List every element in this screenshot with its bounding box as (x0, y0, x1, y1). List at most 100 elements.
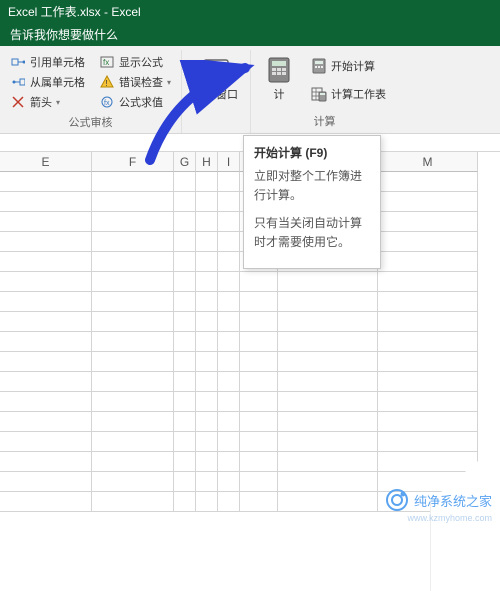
cell[interactable] (278, 492, 378, 512)
cell[interactable] (174, 452, 196, 472)
cell[interactable] (174, 312, 196, 332)
remove-arrows-button[interactable]: 箭头 ▾ (6, 92, 89, 112)
cell[interactable] (0, 252, 92, 272)
cell[interactable] (240, 272, 278, 292)
cell[interactable] (278, 312, 378, 332)
cell[interactable] (240, 472, 278, 492)
cell[interactable] (196, 312, 218, 332)
cell[interactable] (196, 332, 218, 352)
cell[interactable] (196, 372, 218, 392)
cell[interactable] (174, 472, 196, 492)
error-checking-button[interactable]: ! 错误检查 ▾ (95, 72, 175, 92)
cell[interactable] (218, 372, 240, 392)
cell[interactable] (218, 232, 240, 252)
cell[interactable] (92, 392, 174, 412)
cell[interactable] (196, 492, 218, 512)
cell[interactable] (92, 332, 174, 352)
cell[interactable] (196, 432, 218, 452)
cell[interactable] (196, 292, 218, 312)
cell[interactable] (378, 252, 478, 272)
cell[interactable] (378, 372, 478, 392)
cell[interactable] (278, 432, 378, 452)
cell[interactable] (240, 352, 278, 372)
cell[interactable] (0, 392, 92, 412)
cell[interactable] (196, 412, 218, 432)
cell[interactable] (0, 492, 92, 512)
show-formulas-button[interactable]: fx 显示公式 (95, 52, 175, 72)
cell[interactable] (196, 252, 218, 272)
cell[interactable] (174, 232, 196, 252)
cell[interactable] (92, 292, 174, 312)
cell[interactable] (240, 292, 278, 312)
calculate-sheet-button[interactable]: 计算工作表 (305, 80, 392, 108)
cell[interactable] (218, 192, 240, 212)
cell[interactable] (218, 472, 240, 492)
column-header[interactable]: I (218, 152, 240, 172)
cell[interactable] (92, 212, 174, 232)
cell[interactable] (218, 252, 240, 272)
column-header[interactable]: H (196, 152, 218, 172)
cell[interactable] (196, 232, 218, 252)
cell[interactable] (92, 372, 174, 392)
cell[interactable] (278, 272, 378, 292)
cell[interactable] (0, 272, 92, 292)
cell[interactable] (174, 192, 196, 212)
cell[interactable] (0, 212, 92, 232)
column-header[interactable]: M (378, 152, 478, 172)
cell[interactable] (378, 332, 478, 352)
cell[interactable] (0, 472, 92, 492)
cell[interactable] (174, 392, 196, 412)
cell[interactable] (0, 432, 92, 452)
evaluate-formula-button[interactable]: fx 公式求值 (95, 92, 175, 112)
trace-dependents-button[interactable]: 从属单元格 (6, 72, 89, 92)
cell[interactable] (378, 452, 478, 472)
cell[interactable] (378, 232, 478, 252)
cell[interactable] (240, 392, 278, 412)
cell[interactable] (378, 192, 478, 212)
cell[interactable] (240, 372, 278, 392)
cell[interactable] (218, 292, 240, 312)
cell[interactable] (174, 332, 196, 352)
cell[interactable] (378, 292, 478, 312)
cell[interactable] (92, 192, 174, 212)
cell[interactable] (0, 332, 92, 352)
cell[interactable] (92, 432, 174, 452)
cell[interactable] (378, 352, 478, 372)
cell[interactable] (378, 432, 478, 452)
cell[interactable] (174, 172, 196, 192)
trace-precedents-button[interactable]: 引用单元格 (6, 52, 89, 72)
cell[interactable] (278, 412, 378, 432)
cell[interactable] (0, 312, 92, 332)
cell[interactable] (196, 212, 218, 232)
column-header[interactable]: E (0, 152, 92, 172)
cell[interactable] (92, 492, 174, 512)
cell[interactable] (174, 412, 196, 432)
cell[interactable] (240, 312, 278, 332)
cell[interactable] (92, 312, 174, 332)
cell[interactable] (278, 292, 378, 312)
cell[interactable] (378, 392, 478, 412)
cell[interactable] (0, 372, 92, 392)
cell[interactable] (240, 492, 278, 512)
cell[interactable] (174, 432, 196, 452)
cell[interactable] (218, 172, 240, 192)
cell[interactable] (0, 172, 92, 192)
cell[interactable] (240, 432, 278, 452)
cell[interactable] (196, 352, 218, 372)
column-header[interactable]: F (92, 152, 174, 172)
cell[interactable] (92, 272, 174, 292)
cell[interactable] (174, 372, 196, 392)
calculate-now-button[interactable]: 开始计算 (305, 52, 392, 80)
cell[interactable] (196, 472, 218, 492)
cell[interactable] (92, 172, 174, 192)
cell[interactable] (92, 252, 174, 272)
cell[interactable] (174, 212, 196, 232)
cell[interactable] (0, 192, 92, 212)
cell[interactable] (278, 452, 378, 472)
cell[interactable] (92, 232, 174, 252)
cell[interactable] (218, 352, 240, 372)
cell[interactable] (218, 272, 240, 292)
cell[interactable] (174, 492, 196, 512)
cell[interactable] (218, 432, 240, 452)
cell[interactable] (0, 232, 92, 252)
